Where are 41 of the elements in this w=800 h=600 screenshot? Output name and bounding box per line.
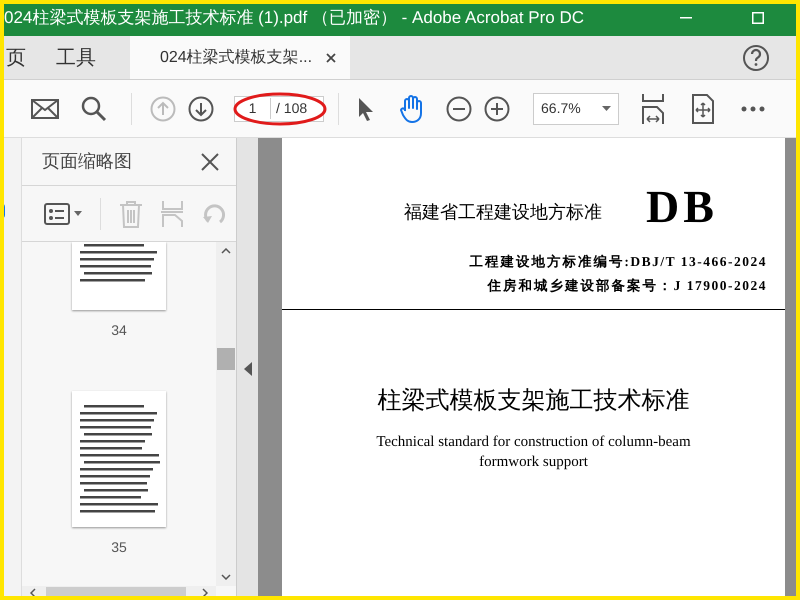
caret-icon[interactable]	[74, 211, 82, 216]
standard-logo: DB	[646, 184, 718, 230]
window-title: 024柱梁式模板支架施工技术标准 (1).pdf （已加密） - Adobe Acrobat Pro DC	[4, 7, 584, 30]
document-title: 柱梁式模板支架施工技术标准	[376, 385, 690, 416]
document-heading: 福建省工程建设地方标准	[404, 201, 602, 225]
help-icon[interactable]	[742, 44, 770, 72]
page-thumbnail[interactable]	[72, 242, 166, 310]
page-move-icon[interactable]	[691, 94, 715, 124]
page-label: 34	[111, 321, 127, 340]
document-subtitle: Technical standard for construction of column-beam formwork support	[375, 433, 692, 472]
right-caret-icon[interactable]	[202, 588, 208, 598]
minimize-icon[interactable]	[680, 17, 692, 19]
zoom-value: 66.7%	[541, 99, 582, 118]
panel-title: 页面缩略图	[42, 150, 132, 173]
page-label: 35	[111, 538, 127, 557]
page-count: / 108	[275, 99, 308, 118]
page-thumbnail[interactable]	[72, 391, 166, 527]
maximize-icon[interactable]	[752, 12, 764, 24]
standard-number: 工程建设地方标准编号:DBJ/T 13-466-2024	[469, 253, 767, 271]
menu-tab[interactable]: 页	[6, 42, 26, 72]
scroll-thumb[interactable]	[217, 348, 235, 370]
collapse-arrow-icon[interactable]	[244, 362, 252, 376]
envelope-icon[interactable]	[31, 98, 59, 118]
search-icon[interactable]	[81, 96, 107, 122]
options-icon[interactable]	[44, 202, 70, 224]
zoom-in-icon[interactable]	[484, 96, 510, 122]
document-tab[interactable]: 024柱梁式模板支架...	[130, 36, 350, 79]
down-caret-icon[interactable]	[221, 574, 231, 580]
left-caret-icon[interactable]	[30, 588, 36, 598]
vertical-scrollbar[interactable]	[216, 242, 236, 586]
close-icon[interactable]	[200, 152, 220, 172]
up-caret-icon[interactable]	[221, 248, 231, 254]
caret-icon	[602, 106, 611, 111]
record-number: 住房和城乡建设部备案号：J 17900-2024	[488, 277, 767, 296]
page-fit-icon[interactable]	[641, 92, 665, 124]
close-icon[interactable]	[326, 52, 336, 62]
zoom-out-icon[interactable]	[446, 96, 472, 122]
more-icon[interactable]	[741, 106, 765, 112]
zoom-dropdown[interactable]: 66.7%	[533, 92, 619, 124]
pointer-icon[interactable]	[357, 96, 375, 122]
menu-tab[interactable]: 工具	[56, 42, 96, 72]
